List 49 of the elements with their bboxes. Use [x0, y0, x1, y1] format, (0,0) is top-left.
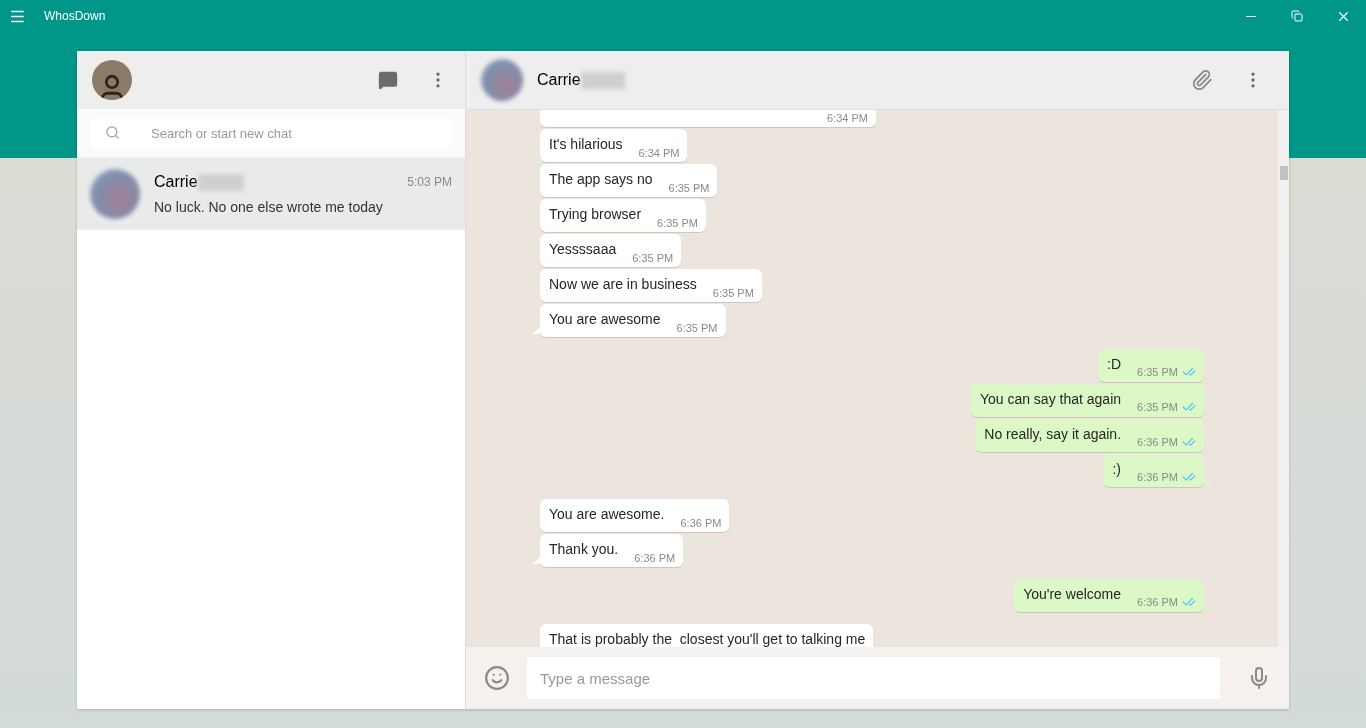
- contact-avatar: [90, 169, 140, 219]
- message-text: Now we are in business: [549, 275, 697, 294]
- message-text: The app says no: [549, 170, 653, 189]
- message-text: :): [1112, 460, 1122, 479]
- blurred-surname: [580, 71, 625, 89]
- message-text: Yessssaaa: [549, 240, 617, 259]
- search-icon: [105, 125, 120, 140]
- emoji-icon[interactable]: [484, 665, 510, 691]
- message-text: You are awesome: [549, 310, 661, 329]
- scrollbar[interactable]: [1278, 110, 1289, 647]
- message-time: 6:36 PM: [634, 552, 676, 564]
- message-text: No really, say it again.: [984, 425, 1122, 444]
- message-field[interactable]: Type a message: [527, 657, 1220, 699]
- message-text: You can say that again: [979, 390, 1122, 409]
- message-time: 6:34 PM: [827, 112, 868, 124]
- message-text: It's hilarious: [549, 135, 623, 154]
- message-text: You are awesome.: [549, 505, 665, 524]
- message-time: 6:35 PM: [632, 252, 674, 264]
- minimize-icon: [1246, 15, 1256, 17]
- message-time: 6:35 PM: [1137, 366, 1178, 378]
- message-time: 6:35 PM: [668, 182, 710, 194]
- last-message-preview: No luck. No one else wrote me today: [154, 198, 384, 217]
- message-text: You're welcome: [1023, 585, 1122, 604]
- message-time: 6:35 PM: [712, 287, 754, 299]
- contact-name: Carrie: [537, 70, 581, 90]
- search-field[interactable]: Search or start new chat: [90, 117, 452, 149]
- message-text: Thank you.: [549, 540, 619, 559]
- message-text: Trying browser: [549, 205, 642, 224]
- chat-time: 5:03 PM: [407, 174, 452, 191]
- blurred-surname: [197, 173, 244, 191]
- profile-avatar[interactable]: [92, 60, 132, 100]
- message-time: 6:35 PM: [1137, 401, 1178, 413]
- restore-icon: [1291, 10, 1303, 22]
- message-time: 6:36 PM: [1137, 596, 1178, 608]
- message-text: That is probably the closest you'll get to talking me: [549, 630, 866, 647]
- message-time: 6:34 PM: [638, 147, 680, 159]
- message-time: 6:35 PM: [676, 322, 718, 334]
- contact-name: Carrie: [154, 172, 198, 192]
- scroll-thumb[interactable]: [1280, 166, 1288, 180]
- message-time: 6:36 PM: [1137, 436, 1178, 448]
- message-time: 6:36 PM: [1137, 471, 1178, 483]
- message-time: 6:35 PM: [657, 217, 699, 229]
- window-title: WhosDown: [44, 8, 106, 25]
- message-time: 6:36 PM: [680, 517, 722, 529]
- contact-avatar[interactable]: [481, 59, 523, 101]
- attach-icon[interactable]: [1191, 69, 1213, 91]
- message-text: :D: [1107, 355, 1122, 374]
- new-chat-icon[interactable]: [378, 70, 398, 90]
- chat-list-item[interactable]: Carrie 5:03 PM No luck. No one else wrote me today: [77, 158, 465, 230]
